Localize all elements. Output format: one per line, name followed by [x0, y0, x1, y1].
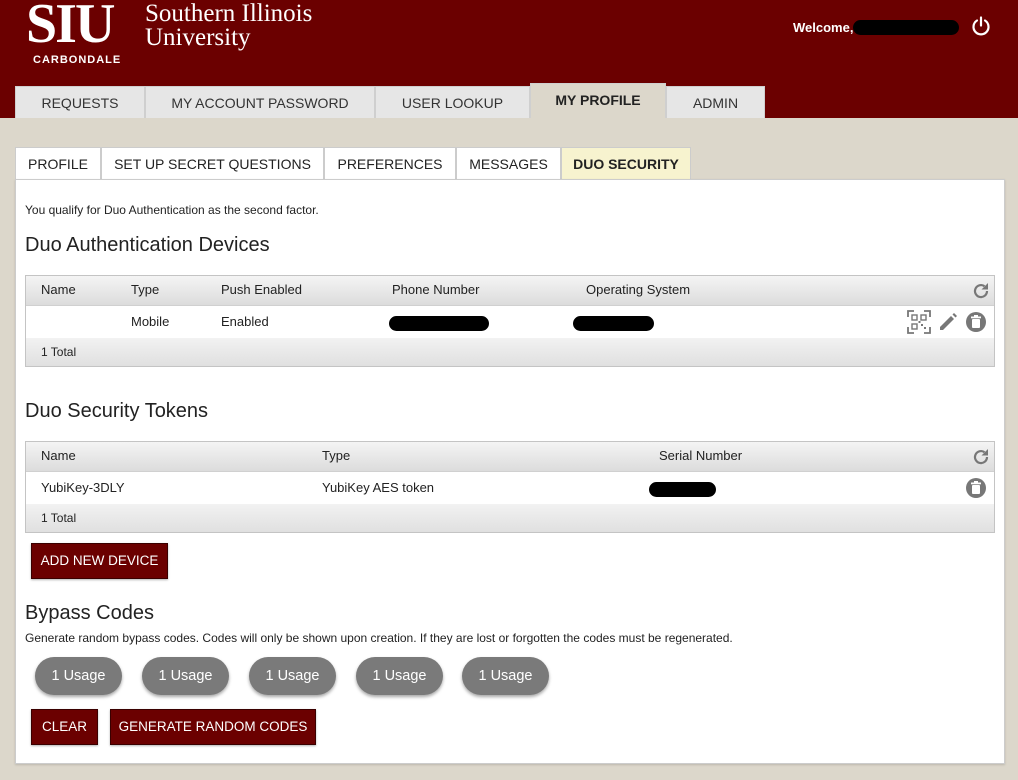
- tab-requests[interactable]: REQUESTS: [15, 86, 145, 118]
- usage-option-1[interactable]: 1 Usage: [35, 657, 122, 695]
- logo-campus: CARBONDALE: [33, 54, 122, 66]
- tokens-table-header: Name Type Serial Number: [26, 442, 994, 472]
- bypass-title: Bypass Codes: [25, 602, 154, 624]
- delete-token-icon[interactable]: [965, 477, 987, 499]
- col-name[interactable]: Name: [41, 448, 76, 463]
- qr-code-icon[interactable]: [907, 310, 931, 334]
- col-phone-number[interactable]: Phone Number: [392, 282, 479, 297]
- redacted-username: [853, 20, 959, 35]
- logo-abbr: SIU: [26, 0, 115, 55]
- logo-name-line2: University: [145, 24, 251, 51]
- devices-table-header: Name Type Push Enabled Phone Number Oper…: [26, 276, 994, 306]
- devices-table: Name Type Push Enabled Phone Number Oper…: [25, 275, 995, 367]
- refresh-icon[interactable]: [971, 447, 991, 467]
- siu-logo[interactable]: SIU CARBONDALE Southern Illinois Univers…: [26, 0, 346, 70]
- col-type[interactable]: Type: [322, 448, 350, 463]
- usage-option-5[interactable]: 1 Usage: [462, 657, 549, 695]
- table-row: Mobile Enabled: [26, 306, 994, 338]
- tab-my-profile[interactable]: MY PROFILE: [530, 83, 666, 118]
- duo-qualify-text: You qualify for Duo Authentication as th…: [25, 203, 319, 217]
- token-name: YubiKey-3DLY: [41, 480, 125, 495]
- subtab-secret-questions[interactable]: SET UP SECRET QUESTIONS: [101, 147, 324, 180]
- devices-table-footer: 1 Total: [26, 338, 994, 366]
- col-name[interactable]: Name: [41, 282, 76, 297]
- tokens-table-footer: 1 Total: [26, 504, 994, 532]
- power-icon[interactable]: [970, 15, 992, 37]
- tokens-total: 1 Total: [41, 511, 77, 525]
- add-new-device-button[interactable]: ADD NEW DEVICE: [31, 543, 168, 579]
- redacted-serial-number: [649, 482, 716, 497]
- col-push-enabled[interactable]: Push Enabled: [221, 282, 302, 297]
- refresh-icon[interactable]: [971, 281, 991, 301]
- tokens-title: Duo Security Tokens: [25, 400, 209, 422]
- edit-pencil-icon[interactable]: [937, 311, 959, 333]
- subtab-profile[interactable]: PROFILE: [15, 147, 101, 180]
- tab-admin[interactable]: ADMIN: [666, 86, 765, 118]
- token-type: YubiKey AES token: [322, 480, 435, 495]
- usage-option-3[interactable]: 1 Usage: [249, 657, 336, 695]
- device-push-enabled: Enabled: [221, 314, 269, 329]
- redacted-phone-number: [389, 316, 489, 331]
- col-operating-system[interactable]: Operating System: [586, 282, 690, 297]
- clear-button[interactable]: CLEAR: [31, 709, 98, 745]
- delete-device-icon[interactable]: [965, 311, 987, 333]
- logo-name-line1: Southern Illinois: [145, 0, 313, 27]
- bypass-description: Generate random bypass codes. Codes will…: [25, 631, 733, 645]
- site-header: SIU CARBONDALE Southern Illinois Univers…: [0, 0, 1018, 118]
- devices-total: 1 Total: [41, 345, 77, 359]
- usage-option-2[interactable]: 1 Usage: [142, 657, 229, 695]
- tab-user-lookup[interactable]: USER LOOKUP: [375, 86, 530, 118]
- redacted-operating-system: [573, 316, 654, 331]
- tab-my-account-password[interactable]: MY ACCOUNT PASSWORD: [145, 86, 375, 118]
- usage-option-4[interactable]: 1 Usage: [356, 657, 443, 695]
- devices-title: Duo Authentication Devices: [25, 234, 270, 256]
- tokens-table: Name Type Serial Number YubiKey-3DLY Yub…: [25, 441, 995, 533]
- subtab-preferences[interactable]: PREFERENCES: [324, 147, 456, 180]
- device-type: Mobile: [131, 314, 170, 329]
- col-type[interactable]: Type: [131, 282, 159, 297]
- subtab-messages[interactable]: MESSAGES: [456, 147, 561, 180]
- generate-random-codes-button[interactable]: GENERATE RANDOM CODES: [110, 709, 316, 745]
- col-serial-number[interactable]: Serial Number: [659, 448, 742, 463]
- subtab-duo-security[interactable]: DUO SECURITY: [561, 147, 691, 180]
- table-row: YubiKey-3DLY YubiKey AES token: [26, 472, 994, 504]
- welcome-text: Welcome,: [793, 20, 854, 35]
